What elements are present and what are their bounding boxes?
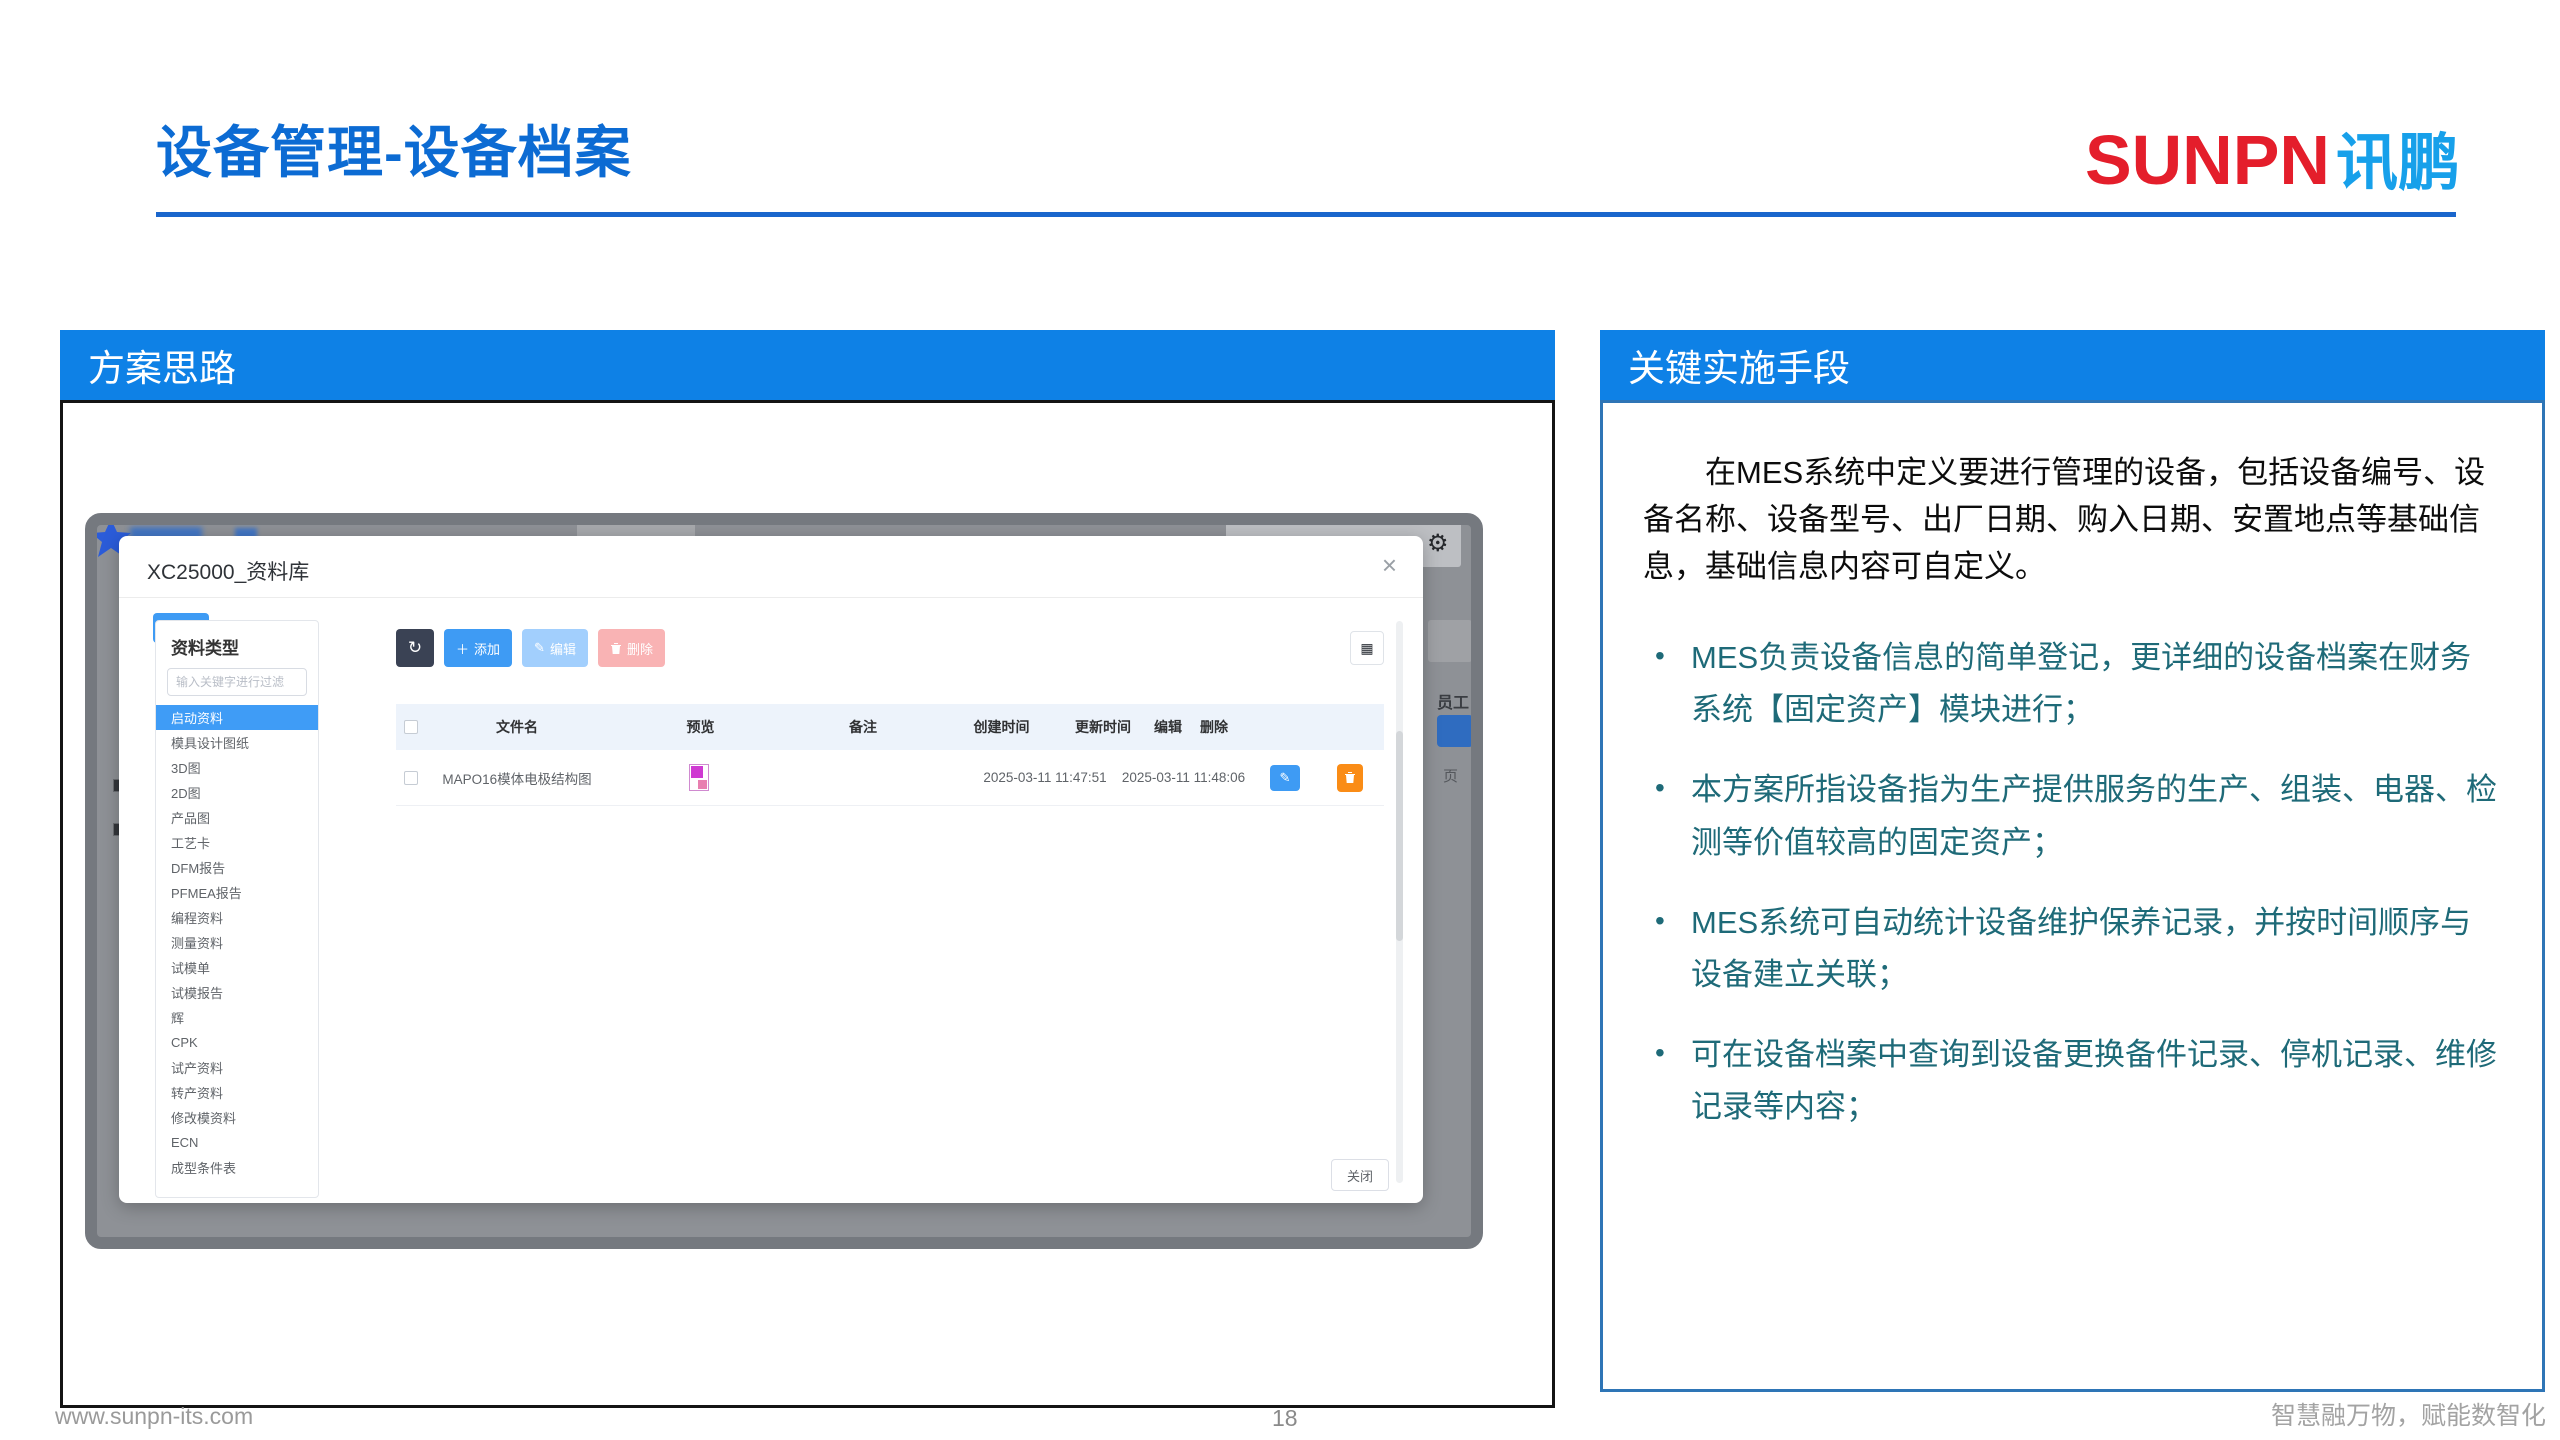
plus-icon: ＋: [456, 639, 469, 658]
updated-at-cell: 2025-03-11 11:48:06: [1115, 770, 1252, 785]
doc-type-item[interactable]: 编程资料: [156, 905, 318, 930]
background-button-fragment: [1437, 715, 1471, 747]
right-panel-header: 关键实施手段: [1600, 330, 2545, 400]
slide: 设备管理-设备档案 SUNPN 讯鹏 方案思路 ⚙ 员工: [0, 0, 2560, 1440]
doc-type-item[interactable]: 工艺卡: [156, 830, 318, 855]
doc-type-item[interactable]: 转产资料: [156, 1080, 318, 1105]
intro-paragraph: 在MES系统中定义要进行管理的设备，包括设备编号、设备名称、设备型号、出厂日期、…: [1643, 449, 2502, 590]
created-at-cell: 2025-03-11 11:47:51: [975, 770, 1115, 785]
settings-gears-icon: ⚙: [1427, 529, 1449, 558]
pencil-icon: ✎: [534, 640, 545, 656]
refresh-button[interactable]: ↻: [396, 629, 434, 667]
left-panel-title: 方案思路: [88, 338, 236, 392]
column-header: 更新时间: [1070, 717, 1136, 737]
file-preview-thumbnail[interactable]: [689, 764, 709, 791]
select-all-checkbox[interactable]: [404, 720, 418, 734]
row-checkbox[interactable]: [404, 771, 418, 785]
doc-type-item[interactable]: PFMEA报告: [156, 880, 318, 905]
app-screenshot: ⚙ 员工 页 XC25000_资料库 × 新模 资料类型: [97, 525, 1471, 1237]
table-row[interactable]: MAPO16模体电极结构图 2025-03-11 11:47:51 2025-0…: [396, 750, 1384, 806]
doc-type-item[interactable]: 测量资料: [156, 930, 318, 955]
title-underline: [156, 212, 2456, 217]
delete-button[interactable]: 删除: [598, 629, 665, 667]
doc-type-item[interactable]: 试模单: [156, 955, 318, 980]
right-panel-title: 关键实施手段: [1628, 338, 1850, 392]
modal-close-button[interactable]: 关闭: [1331, 1159, 1389, 1191]
edit-button[interactable]: ✎ 编辑: [522, 629, 588, 667]
doc-type-title: 资料类型: [156, 621, 318, 668]
doc-type-item[interactable]: 启动资料: [156, 705, 318, 730]
bullet-list: MES负责设备信息的简单登记，更详细的设备档案在财务系统【固定资产】模块进行； …: [1643, 632, 2502, 1133]
row-delete-button[interactable]: [1337, 764, 1363, 792]
column-header: 创建时间: [933, 717, 1070, 737]
background-staff-label: 员工: [1437, 689, 1469, 713]
doc-type-item[interactable]: 试产资料: [156, 1055, 318, 1080]
bullet-item: 本方案所指设备指为生产提供服务的生产、组装、电器、检测等价值较高的固定资产；: [1643, 764, 2502, 868]
row-edit-button[interactable]: ✎: [1270, 765, 1300, 791]
logo-text-cn: 讯鹏: [2336, 112, 2460, 202]
left-panel-body: ⚙ 员工 页 XC25000_资料库 × 新模 资料类型: [60, 400, 1555, 1408]
footer-url: www.sunpn-its.com: [55, 1403, 253, 1430]
add-button[interactable]: ＋ 添加: [444, 629, 512, 667]
bullet-item: MES负责设备信息的简单登记，更详细的设备档案在财务系统【固定资产】模块进行；: [1643, 632, 2502, 736]
modal-close-icon[interactable]: ×: [1382, 552, 1397, 578]
logo-text-en: SUNPN: [2085, 120, 2330, 200]
doc-type-item[interactable]: DFM报告: [156, 855, 318, 880]
file-table: 文件名 预览 备注 创建时间 更新时间 编辑: [396, 704, 1384, 806]
doc-type-item[interactable]: 模具设计图纸: [156, 730, 318, 755]
scrollbar-thumb[interactable]: [1396, 731, 1403, 941]
column-header: 备注: [793, 717, 933, 737]
refresh-icon: ↻: [408, 638, 422, 657]
doc-type-item[interactable]: 3D图: [156, 755, 318, 780]
doc-type-item[interactable]: 修改模资料: [156, 1105, 318, 1130]
bullet-item: MES系统可自动统计设备维护保养记录，并按时间顺序与设备建立关联；: [1643, 897, 2502, 1001]
column-header: 编辑: [1136, 717, 1200, 737]
left-panel-header: 方案思路: [60, 330, 1555, 400]
trash-icon: [610, 642, 622, 655]
modal-title: XC25000_资料库: [147, 556, 309, 586]
pencil-icon: ✎: [1280, 770, 1291, 785]
column-settings-button[interactable]: ▦: [1350, 631, 1384, 665]
page-title: 设备管理-设备档案: [156, 108, 632, 189]
modal-header: XC25000_资料库 ×: [119, 536, 1423, 598]
modal-scrollbar: [1396, 621, 1403, 1183]
file-name-cell: MAPO16模体电极结构图: [426, 768, 608, 788]
doc-type-item[interactable]: 产品图: [156, 805, 318, 830]
column-header: 文件名: [426, 717, 608, 737]
right-panel-body: 在MES系统中定义要进行管理的设备，包括设备编号、设备名称、设备型号、出厂日期、…: [1600, 400, 2545, 1392]
doc-type-list: 启动资料 模具设计图纸 3D图 2D图 产品图 工艺卡: [156, 705, 318, 1180]
bullet-item: 可在设备档案中查询到设备更换备件记录、停机记录、维修记录等内容；: [1643, 1029, 2502, 1133]
table-header-row: 文件名 预览 备注 创建时间 更新时间 编辑: [396, 704, 1384, 750]
trash-icon: [1344, 771, 1356, 784]
company-logo: SUNPN 讯鹏: [2085, 112, 2460, 202]
footer-slogan: 智慧融万物，赋能数智化: [2271, 1396, 2546, 1432]
doc-type-item[interactable]: 2D图: [156, 780, 318, 805]
doc-type-item[interactable]: 辉: [156, 1005, 318, 1030]
app-screenshot-frame: ⚙ 员工 页 XC25000_资料库 × 新模 资料类型: [85, 513, 1483, 1249]
edit-label: 编辑: [550, 639, 576, 658]
grid-icon: ▦: [1360, 640, 1373, 656]
doc-type-panel: 资料类型 启动资料 模具设计图纸 3D图 2D图: [155, 620, 319, 1198]
background-input-fragment: [1428, 620, 1471, 662]
table-toolbar: ↻ ＋ 添加 ✎ 编辑 删除 ▦: [396, 629, 1384, 667]
delete-label: 删除: [627, 639, 653, 658]
doc-type-item[interactable]: 成型条件表: [156, 1155, 318, 1180]
doc-type-item[interactable]: CPK: [156, 1030, 318, 1055]
page-number: 18: [1272, 1405, 1298, 1432]
doc-type-item[interactable]: 试模报告: [156, 980, 318, 1005]
column-header: 删除: [1200, 717, 1228, 737]
doc-type-item[interactable]: ECN: [156, 1130, 318, 1155]
background-page-label: 页: [1443, 765, 1458, 786]
doc-type-search-input[interactable]: [167, 668, 307, 696]
add-label: 添加: [474, 639, 500, 658]
library-modal: XC25000_资料库 × 新模 资料类型 启动资料 模具设计图纸: [119, 536, 1423, 1203]
column-header: 预览: [608, 717, 793, 737]
